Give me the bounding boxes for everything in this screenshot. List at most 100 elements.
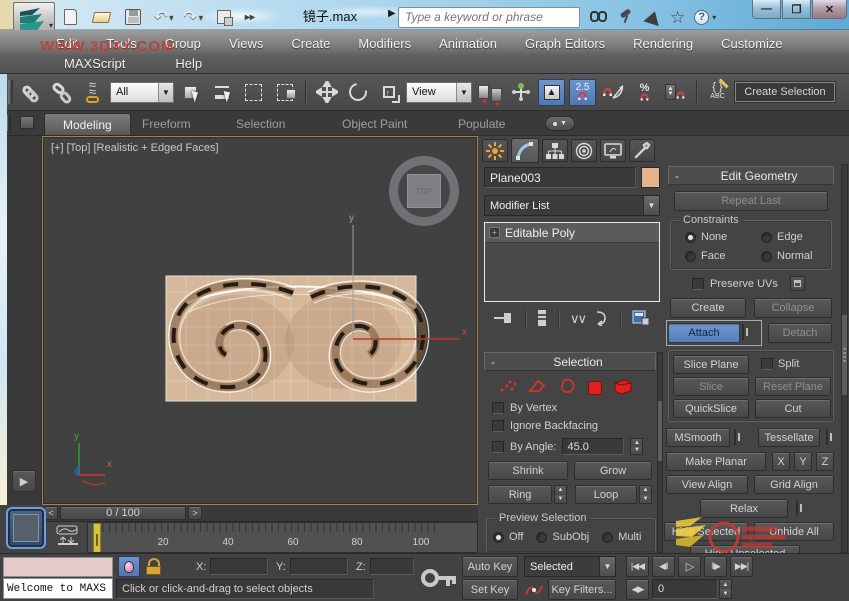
window-crossing-toggle[interactable] [271,79,298,106]
viewport-model[interactable]: y x y x [43,137,479,506]
time-slider-prev-button[interactable]: < [44,506,58,520]
maximize-button[interactable]: ❐ [782,0,811,19]
modifier-stack[interactable]: + Editable Poly [484,222,660,302]
menu-tools[interactable]: Tools [92,36,150,51]
object-color-swatch[interactable] [641,167,660,188]
reference-coordinate-system-dropdown[interactable]: View▼ [406,82,472,103]
edit-geometry-rollout-header[interactable]: -Edit Geometry [668,166,834,185]
set-key-mode-icon[interactable] [420,560,458,596]
toolbar-drag-handle[interactable] [8,80,13,104]
dropdown-arrow-icon[interactable]: ▼ [599,557,615,576]
attach-settings-button[interactable] [742,324,744,340]
ribbon-display-options-button[interactable]: ▼ [545,116,575,131]
menu-animation[interactable]: Animation [425,36,511,51]
go-to-start-button[interactable]: |◀◀ [626,556,649,577]
relax-settings-button[interactable] [796,500,798,516]
new-keys-default-in-tangent-icon[interactable] [524,581,544,599]
dropdown-arrow-icon[interactable]: ▼ [643,196,659,215]
tab-freeform[interactable]: Freeform [142,117,191,131]
pin-stack-button[interactable] [494,310,514,329]
time-slider-frame-marker[interactable] [93,523,101,553]
selection-filter-dropdown[interactable]: All▼ [110,82,174,103]
track-bar[interactable]: 0 20 40 60 80 100 [87,522,478,553]
ribbon-window-icon[interactable] [20,116,34,129]
isolate-selection-toggle[interactable] [118,556,140,577]
by-angle-value-field[interactable]: 45.0 [562,438,624,455]
tab-utilities-icon[interactable] [629,139,655,162]
menu-modifiers[interactable]: Modifiers [344,36,425,51]
key-mode-toggle[interactable]: ◀▶ [626,579,649,600]
select-object-button[interactable] [178,79,205,106]
loop-button[interactable]: Loop [575,485,637,504]
save-file-button[interactable] [122,7,144,27]
redo-caret-icon[interactable]: ▾ [199,13,203,22]
collapse-button[interactable]: Collapse [754,298,832,318]
menu-customize[interactable]: Customize [707,36,796,51]
minimize-button[interactable]: — [752,0,781,19]
make-planar-y-button[interactable]: Y [794,452,812,471]
selection-rollout-header[interactable]: -Selection [484,352,656,371]
bind-to-space-warp-icon[interactable]: ≈≈ [79,79,106,106]
keyboard-shortcut-override-toggle[interactable]: ▲ [538,79,565,106]
tab-modify-icon[interactable] [511,138,539,163]
select-and-manipulate-button[interactable] [507,79,534,106]
scrollbar-thumb[interactable] [842,315,847,395]
named-selection-set-field[interactable]: Create Selection [735,82,835,102]
slice-plane-button[interactable]: Slice Plane [673,355,749,374]
tab-object-paint[interactable]: Object Paint [342,117,407,131]
by-vertex-checkbox[interactable] [492,402,504,414]
y-coord-field[interactable] [290,558,348,575]
split-checkbox[interactable] [761,358,773,370]
title-expand-arrow-icon[interactable]: ▶ [388,8,396,19]
preserve-uvs-settings-button[interactable] [790,276,805,291]
search-icon[interactable] [589,9,609,25]
repeat-last-button[interactable]: Repeat Last [674,191,828,211]
undo-caret-icon[interactable]: ▾ [169,13,173,22]
angle-snap-toggle[interactable] [600,79,627,106]
ring-button[interactable]: Ring [488,485,552,504]
by-angle-spinner[interactable]: ▲▼ [630,438,643,455]
menu-maxscript[interactable]: MAXScript [50,56,139,71]
tessellate-button[interactable]: Tessellate [758,428,820,447]
select-and-rotate-button[interactable] [344,79,371,106]
dropdown-arrow-icon[interactable]: ▼ [158,83,173,102]
selection-lock-toggle[interactable] [146,558,162,576]
collapse-icon[interactable]: - [669,169,685,183]
shrink-button[interactable]: Shrink [488,461,568,480]
polygon-subobject-button[interactable] [588,381,602,395]
next-frame-button[interactable]: ‖▶ [704,556,727,577]
element-subobject-button[interactable] [612,377,634,398]
create-button[interactable]: Create [670,298,746,318]
tab-selection[interactable]: Selection [236,117,285,131]
tab-hierarchy-icon[interactable] [542,139,568,162]
close-button[interactable]: ✕ [812,0,847,19]
make-planar-x-button[interactable]: X [772,452,790,471]
constraint-face-radio[interactable] [685,251,696,262]
tab-motion-icon[interactable] [571,139,597,162]
show-end-result-button[interactable] [537,309,547,330]
tab-display-icon[interactable] [600,139,626,162]
preview-multi-radio[interactable] [602,532,613,543]
current-frame-field[interactable]: 0 [652,579,718,599]
selection-set-dropdown[interactable]: Selected▼ [524,556,616,577]
menu-create[interactable]: Create [277,36,344,51]
menu-views[interactable]: Views [215,36,277,51]
viewport-layout-tabs-button[interactable] [6,507,46,549]
play-animation-button[interactable]: ▷ [678,556,701,577]
stack-expand-icon[interactable]: + [489,227,500,238]
tab-populate[interactable]: Populate [458,117,505,131]
hide-unselected-button[interactable]: Hide Unselected [690,545,800,553]
preview-off-radio[interactable] [493,532,504,543]
relax-button[interactable]: Relax [700,499,788,518]
menu-edit[interactable]: Edit [42,36,92,51]
x-coord-field[interactable] [210,558,268,575]
use-pivot-point-center-button[interactable]: ▼▼ [476,79,503,106]
select-and-link-icon[interactable] [17,79,44,106]
previous-frame-button[interactable]: ◀‖ [652,556,675,577]
detach-button[interactable]: Detach [768,323,832,343]
remove-modifier-button[interactable] [593,310,609,329]
vertex-subobject-button[interactable] [498,377,518,398]
maxscript-listener-white[interactable]: Welcome to MAXS [3,578,113,599]
go-to-end-button[interactable]: ▶▶| [730,556,753,577]
key-filters-button[interactable]: Key Filters... [548,579,616,600]
